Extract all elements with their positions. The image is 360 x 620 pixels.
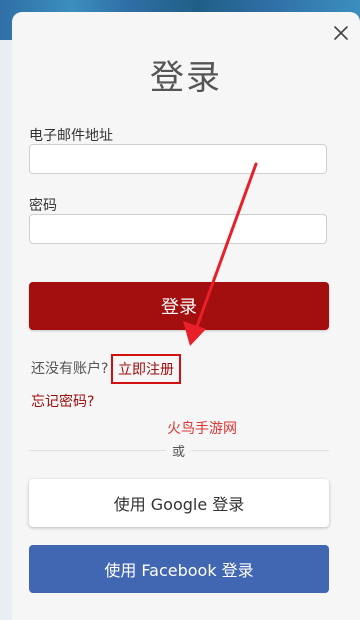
register-link[interactable]: 立即注册 [111, 354, 181, 384]
google-login-label: 使用 Google 登录 [113, 495, 245, 514]
email-label: 电子邮件地址 [29, 128, 113, 144]
close-button[interactable] [328, 20, 354, 46]
page-title: 登录 [150, 58, 222, 98]
watermark-text: 火鸟手游网 [167, 421, 237, 437]
login-dialog: 登录 电子邮件地址 密码 登录 还没有账户? 立即注册 忘记密码? 火鸟手游网 … [12, 12, 360, 620]
no-account-text: 还没有账户? [31, 361, 109, 377]
email-field[interactable] [29, 144, 327, 174]
login-button-label: 登录 [161, 297, 197, 318]
close-icon [334, 26, 348, 40]
forgot-password-link[interactable]: 忘记密码? [31, 391, 94, 411]
google-login-button[interactable]: 使用 Google 登录 [29, 479, 329, 527]
facebook-login-label: 使用 Facebook 登录 [104, 561, 254, 580]
password-label: 密码 [29, 198, 57, 214]
password-field[interactable] [29, 214, 327, 244]
or-separator: 或 [166, 441, 192, 460]
register-link-label: 立即注册 [118, 362, 174, 378]
login-button[interactable]: 登录 [29, 282, 329, 330]
facebook-login-button[interactable]: 使用 Facebook 登录 [29, 545, 329, 593]
